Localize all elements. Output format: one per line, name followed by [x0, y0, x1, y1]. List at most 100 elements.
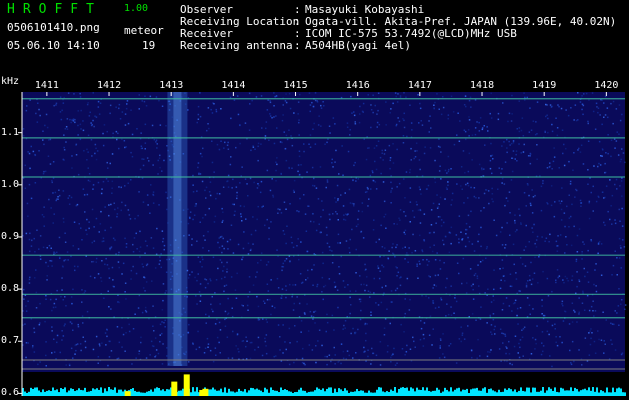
amplitude-sample — [280, 387, 282, 396]
amplitude-sample — [356, 388, 358, 396]
amplitude-sample — [572, 391, 574, 396]
amplitude-sample — [378, 387, 380, 396]
amplitude-sample — [256, 388, 258, 396]
amplitude-sample — [286, 390, 288, 396]
amplitude-sample — [44, 391, 46, 396]
meteor-count: 19 — [142, 39, 156, 52]
amplitude-sample — [104, 388, 106, 396]
amplitude-sample — [612, 387, 614, 396]
amplitude-sample — [324, 391, 326, 396]
amplitude-sample — [618, 387, 620, 396]
amplitude-sample — [424, 390, 426, 396]
amplitude-sample — [216, 390, 218, 396]
amplitude-sample — [358, 391, 360, 396]
amplitude-sample — [546, 390, 548, 396]
amplitude-sample — [142, 392, 144, 396]
amplitude-sample — [620, 388, 622, 396]
amplitude-sample — [312, 391, 314, 396]
amplitude-sample — [134, 390, 136, 396]
amplitude-sample — [408, 390, 410, 396]
meteor-label: meteor — [124, 24, 164, 37]
amplitude-sample — [328, 387, 330, 396]
amplitude-sample — [360, 390, 362, 396]
amplitude-sample — [544, 392, 546, 396]
amplitude-sample — [96, 388, 98, 396]
amplitude-sample — [270, 387, 272, 396]
amplitude-sample — [218, 390, 220, 396]
amplitude-sample — [364, 392, 366, 396]
amplitude-sample — [132, 388, 134, 396]
amplitude-sample — [420, 389, 422, 396]
amplitude-sample — [576, 389, 578, 396]
amplitude-sample — [616, 388, 618, 396]
amplitude-sample — [236, 391, 238, 396]
amplitude-sample — [148, 391, 150, 396]
amplitude-sample — [450, 387, 452, 396]
amplitude-sample — [596, 387, 598, 396]
amplitude-sample — [504, 388, 506, 396]
amplitude-sample — [442, 391, 444, 396]
spectrogram-panel — [0, 78, 629, 400]
amplitude-sample — [242, 391, 244, 396]
amplitude-sample — [598, 392, 600, 396]
amplitude-sample — [90, 390, 92, 396]
amplitude-sample — [470, 389, 472, 396]
x-tick-label: 1414 — [221, 80, 246, 91]
amplitude-sample — [210, 389, 212, 396]
amplitude-sample — [528, 387, 530, 396]
amplitude-sample — [254, 389, 256, 396]
amplitude-sample — [412, 388, 414, 396]
amplitude-sample — [390, 389, 392, 396]
amplitude-sample — [492, 390, 494, 396]
amplitude-sample — [122, 391, 124, 396]
info-value-antenna: A504HB(yagi 4el) — [305, 39, 411, 52]
amplitude-sample — [330, 387, 332, 396]
amplitude-sample — [602, 391, 604, 396]
amplitude-sample — [502, 391, 504, 396]
amplitude-sample — [446, 389, 448, 396]
amplitude-sample — [426, 387, 428, 396]
amplitude-sample — [472, 388, 474, 396]
amplitude-sample — [296, 391, 298, 396]
x-tick-label: 1415 — [283, 80, 308, 91]
amplitude-sample — [348, 392, 350, 396]
amplitude-sample — [228, 388, 230, 396]
amplitude-sample — [590, 390, 592, 396]
amplitude-sample — [94, 389, 96, 396]
amplitude-sample — [144, 392, 146, 396]
amplitude-sample — [56, 389, 58, 396]
y-tick-label: 1.1 — [1, 126, 20, 138]
amplitude-sample — [316, 387, 318, 396]
amplitude-sample — [302, 390, 304, 396]
filename: 0506101410.png — [7, 21, 100, 34]
amplitude-sample — [40, 392, 42, 396]
amplitude-sample — [594, 391, 596, 396]
amplitude-sample — [164, 391, 166, 396]
amplitude-sample — [438, 389, 440, 396]
amplitude-sample — [548, 387, 550, 396]
amplitude-sample — [260, 390, 262, 396]
amplitude-peak — [199, 390, 206, 396]
amplitude-peak — [183, 374, 190, 396]
amplitude-sample — [26, 392, 28, 396]
amplitude-sample — [462, 389, 464, 396]
amplitude-sample — [370, 392, 372, 396]
amplitude-sample — [30, 387, 32, 396]
amplitude-sample — [604, 392, 606, 396]
amplitude-sample — [168, 389, 170, 396]
amplitude-sample — [534, 387, 536, 396]
amplitude-sample — [98, 389, 100, 396]
x-tick-label: 1413 — [159, 80, 184, 91]
amplitude-sample — [432, 390, 434, 396]
amplitude-sample — [36, 387, 38, 396]
amplitude-sample — [494, 391, 496, 396]
amplitude-sample — [354, 391, 356, 396]
amplitude-sample — [136, 391, 138, 396]
amplitude-sample — [192, 387, 194, 396]
amplitude-sample — [166, 389, 168, 396]
amplitude-sample — [606, 387, 608, 396]
amplitude-sample — [380, 387, 382, 396]
amplitude-sample — [600, 390, 602, 396]
amplitude-sample — [28, 391, 30, 396]
amplitude-sample — [250, 387, 252, 396]
